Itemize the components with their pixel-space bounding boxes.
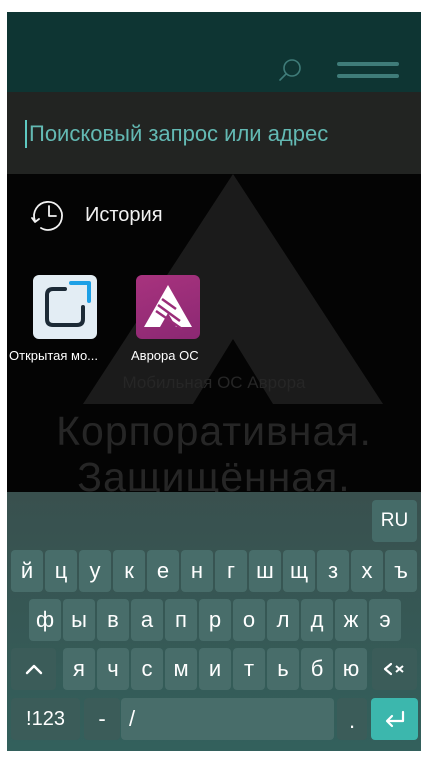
browser-screen: Мобильная ОС Аврора Корпоративная. Защищ…	[7, 12, 421, 751]
letter-key[interactable]: к	[113, 550, 145, 592]
browser-header	[7, 12, 421, 92]
space-key[interactable]: /	[121, 698, 334, 740]
letter-key[interactable]: а	[131, 599, 163, 641]
letter-key[interactable]: ы	[63, 599, 95, 641]
history-label: История	[85, 203, 163, 226]
letter-key[interactable]: ю	[335, 648, 367, 690]
letter-key[interactable]: щ	[283, 550, 315, 592]
watermark-caption: Мобильная ОС Аврора	[122, 373, 306, 392]
open-mobile-platform-logo-icon	[33, 275, 97, 339]
enter-key[interactable]	[371, 698, 418, 740]
search-icon[interactable]	[278, 58, 302, 82]
letter-key[interactable]: ж	[335, 599, 367, 641]
letter-key[interactable]: в	[97, 599, 129, 641]
letter-key[interactable]: ъ	[385, 550, 417, 592]
letter-key[interactable]: н	[181, 550, 213, 592]
letter-key[interactable]: ч	[97, 648, 129, 690]
letter-key[interactable]: м	[165, 648, 197, 690]
aurora-os-logo-icon	[136, 275, 200, 339]
letter-key[interactable]: п	[165, 599, 197, 641]
letter-key[interactable]: т	[233, 648, 265, 690]
menu-bar-line	[337, 62, 399, 66]
symbols-key[interactable]: !123	[11, 698, 80, 740]
tile-label: Открытая мо...	[9, 348, 99, 363]
virtual-keyboard: RU йцукенгшщзхъ фывапролджэ ячсмитьбю !1…	[7, 492, 421, 751]
letter-key[interactable]: ф	[29, 599, 61, 641]
tile-label: Аврора ОС	[131, 348, 199, 363]
watermark-slogan-line1: Корпоративная.	[56, 408, 372, 454]
slash-label: /	[129, 706, 136, 731]
text-cursor	[25, 120, 27, 148]
backspace-key[interactable]	[372, 648, 417, 690]
clock-icon	[31, 201, 63, 231]
letter-key[interactable]: о	[233, 599, 265, 641]
letter-key[interactable]: б	[301, 648, 333, 690]
letter-key[interactable]: ц	[45, 550, 77, 592]
letter-key[interactable]: х	[351, 550, 383, 592]
enter-return-icon	[385, 710, 404, 728]
letter-key[interactable]: я	[63, 648, 95, 690]
shift-caret-icon	[25, 664, 42, 675]
start-page: Мобильная ОС Аврора Корпоративная. Защищ…	[7, 174, 421, 492]
letter-key[interactable]: е	[147, 550, 179, 592]
menu-bar-line	[337, 74, 399, 78]
letter-key[interactable]: г	[215, 550, 247, 592]
letter-key[interactable]: р	[199, 599, 231, 641]
letter-key[interactable]: ш	[249, 550, 281, 592]
dash-key[interactable]: -	[84, 698, 120, 740]
letter-key[interactable]: ь	[267, 648, 299, 690]
letter-key[interactable]: л	[267, 599, 299, 641]
letter-key[interactable]: з	[317, 550, 349, 592]
watermark-slogan-line2: Защищённая.	[77, 454, 351, 492]
letter-key[interactable]: э	[369, 599, 401, 641]
period-key[interactable]: .	[337, 698, 367, 740]
hamburger-menu-icon[interactable]	[337, 58, 399, 82]
history-button[interactable]: История	[29, 196, 163, 234]
address-input[interactable]	[29, 116, 409, 152]
letter-key[interactable]: д	[301, 599, 333, 641]
letter-key[interactable]: с	[131, 648, 163, 690]
shift-key[interactable]	[11, 648, 56, 690]
backspace-icon	[383, 662, 404, 676]
letter-key[interactable]: и	[199, 648, 231, 690]
letter-key[interactable]: й	[11, 550, 43, 592]
letter-key[interactable]: у	[79, 550, 111, 592]
language-switch-key[interactable]: RU	[372, 500, 417, 542]
